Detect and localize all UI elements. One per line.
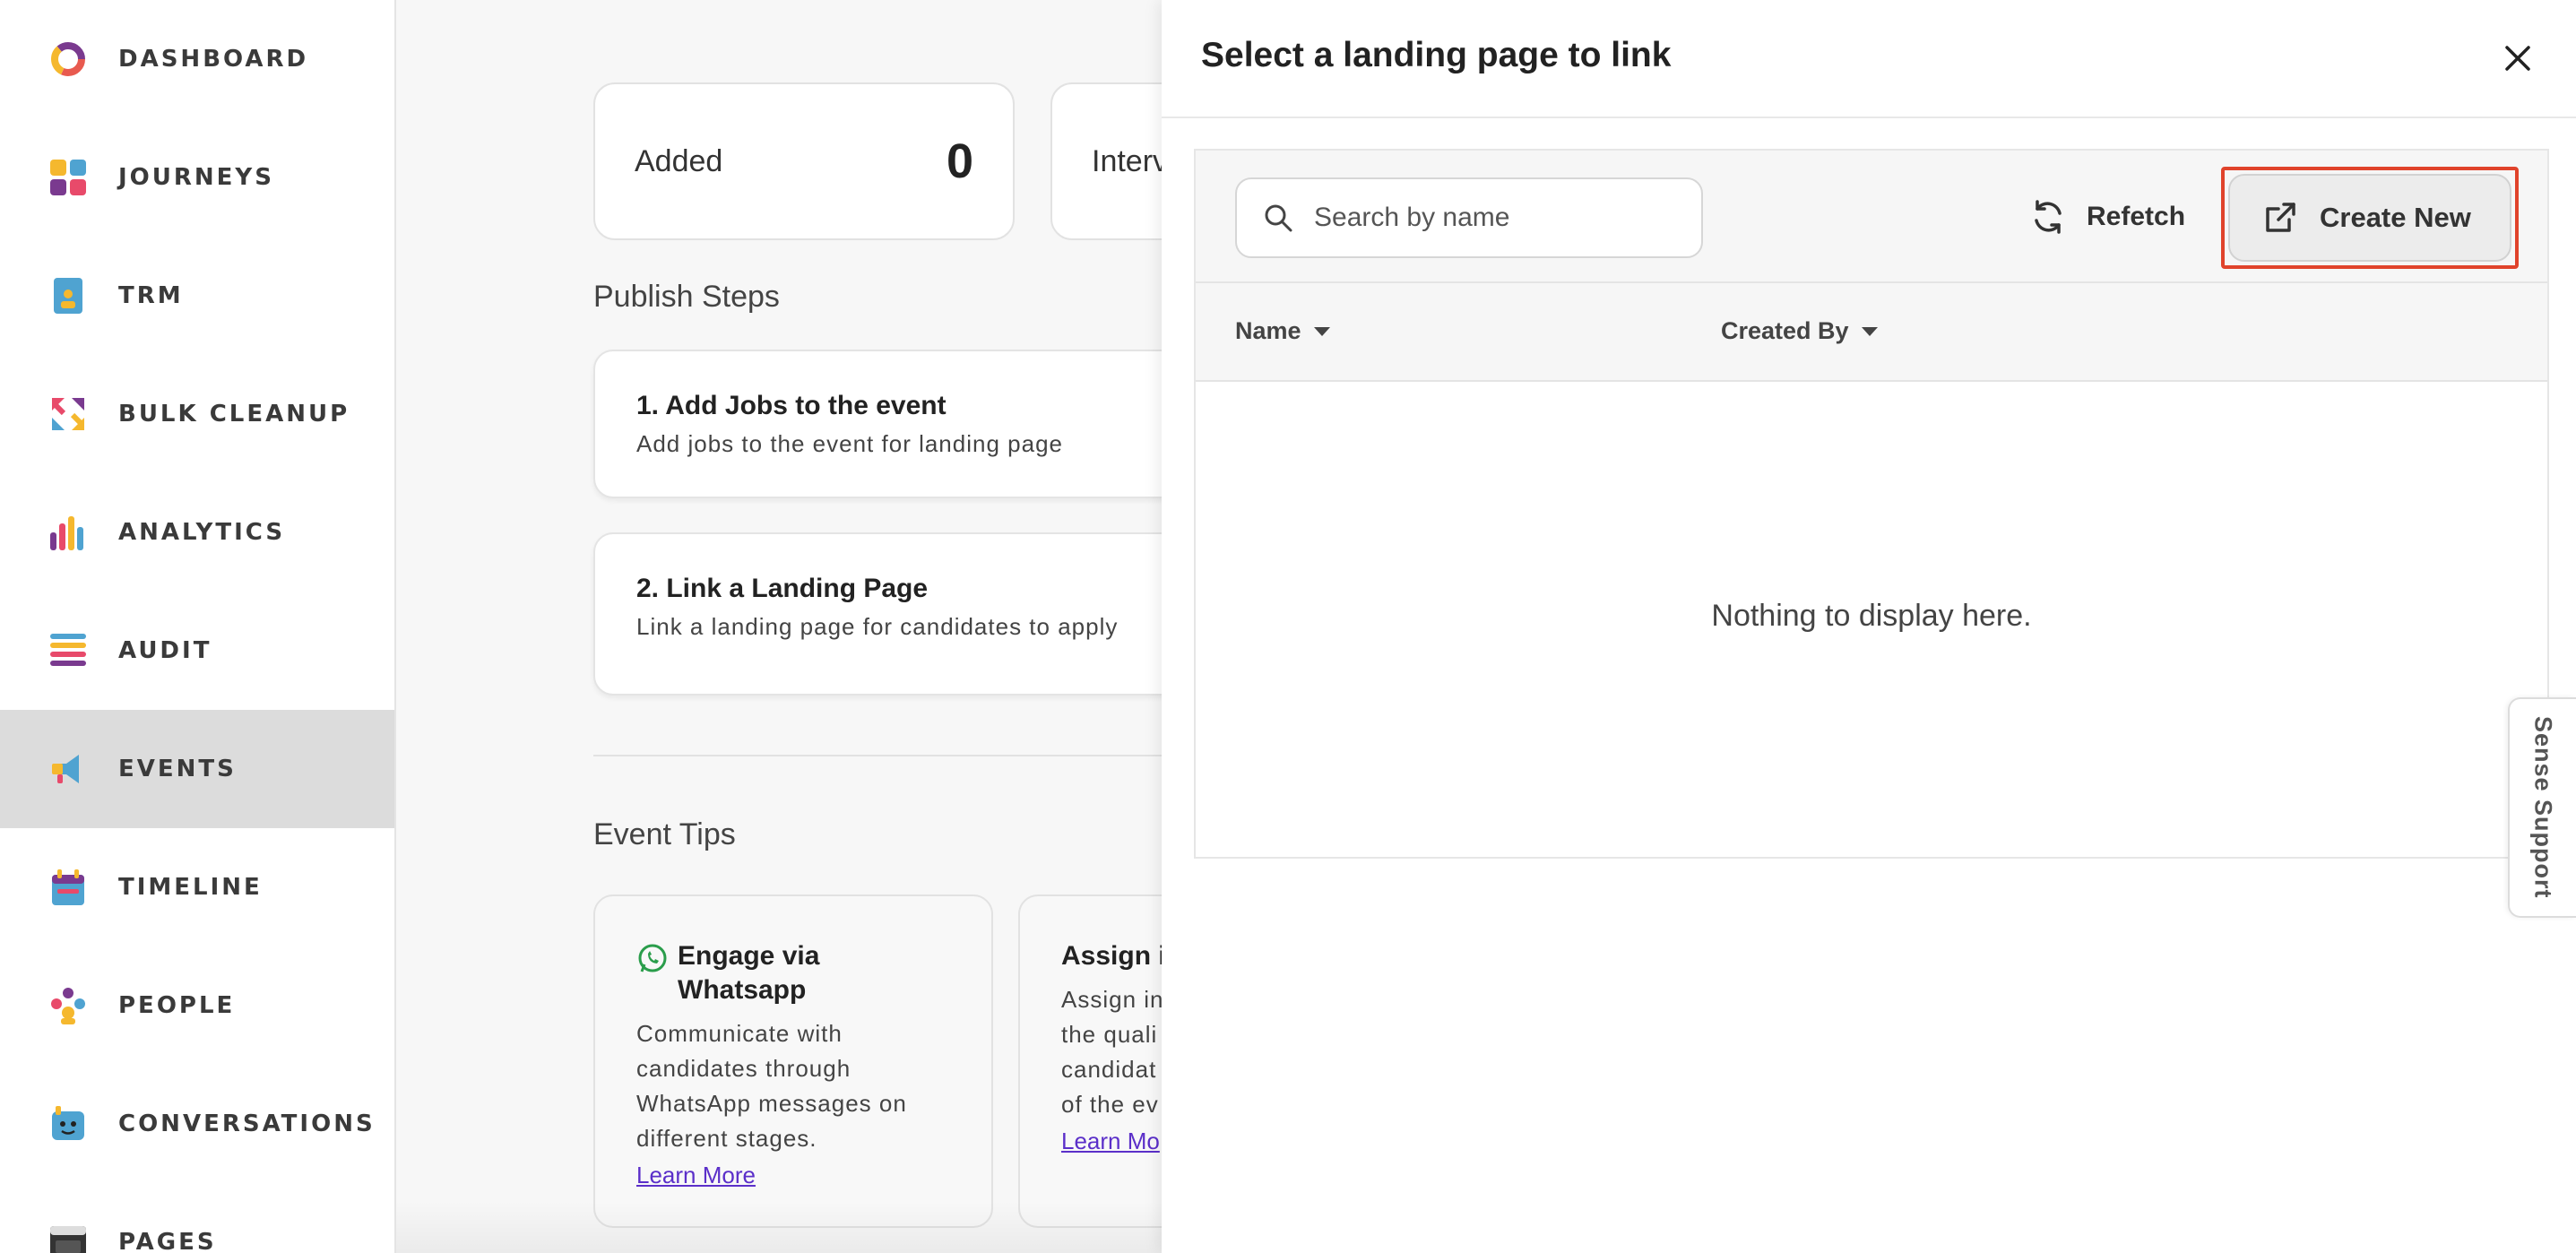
publish-steps-title: Publish Steps	[593, 280, 780, 314]
sidebar-item-journeys[interactable]: JOURNEYS	[0, 118, 394, 237]
tip-desc: Communicate with candidates through What…	[636, 1016, 950, 1156]
stat-card-added: Added 0	[593, 82, 1015, 240]
column-header-name[interactable]: Name	[1235, 317, 1330, 345]
step-title: 2. Link a Landing Page	[636, 574, 929, 603]
step-desc: Add jobs to the event for landing page	[636, 430, 1063, 457]
step-card-add-jobs[interactable]: 1. Add Jobs to the event Add jobs to the…	[593, 350, 1221, 498]
close-button[interactable]	[2495, 36, 2540, 81]
audit-list-icon	[48, 631, 88, 670]
learn-more-link[interactable]: Learn Mo	[1061, 1128, 1160, 1155]
tip-desc-line: candidates through	[636, 1055, 851, 1082]
sidebar-item-label: EVENTS	[118, 756, 237, 782]
external-link-icon	[2266, 203, 2295, 232]
trm-document-icon	[48, 276, 88, 315]
drawer-header: Select a landing page to link	[1162, 0, 2576, 118]
stat-label: Added	[635, 143, 723, 178]
tip-desc-line: Communicate with	[636, 1020, 843, 1047]
search-icon	[1265, 204, 1292, 232]
event-tips-title: Event Tips	[593, 817, 736, 851]
table-toolbar: Refetch Create New	[1196, 151, 2547, 283]
sidebar-item-bulk-cleanup[interactable]: BULK CLEANUP	[0, 355, 394, 473]
sidebar-item-label: AUDIT	[118, 637, 212, 664]
sidebar-item-audit[interactable]: AUDIT	[0, 592, 394, 710]
column-header-label: Created By	[1721, 317, 1849, 344]
analytics-bars-icon	[48, 513, 88, 552]
section-divider	[593, 755, 1221, 756]
whatsapp-icon	[636, 943, 669, 980]
timeline-calendar-icon	[48, 868, 88, 907]
landing-page-drawer: Select a landing page to link Refetch Cr…	[1162, 0, 2576, 1253]
tip-desc-line: different stages.	[636, 1125, 817, 1152]
create-new-label: Create New	[2320, 202, 2471, 233]
empty-state-message: Nothing to display here.	[1711, 599, 2032, 633]
landing-page-table-panel: Refetch Create New Name Created By Nothi…	[1194, 149, 2549, 859]
sidebar-item-conversations[interactable]: CONVERSATIONS	[0, 1065, 394, 1183]
sidebar-item-timeline[interactable]: TIMELINE	[0, 828, 394, 946]
sidebar-item-label: PAGES	[118, 1229, 217, 1253]
tip-card-whatsapp: Engage via Whatsapp Communicate with can…	[593, 894, 993, 1228]
close-icon	[2505, 46, 2530, 71]
sidebar-item-label: TRM	[118, 282, 184, 309]
drawer-title: Select a landing page to link	[1201, 36, 1672, 74]
tip-desc-line: WhatsApp messages on	[636, 1090, 907, 1117]
pages-browser-icon	[48, 1223, 88, 1253]
sidebar-item-events[interactable]: EVENTS	[0, 710, 394, 828]
search-box[interactable]	[1235, 177, 1703, 258]
step-card-link-landing-page[interactable]: 2. Link a Landing Page Link a landing pa…	[593, 532, 1221, 696]
sidebar-item-label: DASHBOARD	[118, 46, 309, 73]
create-new-button[interactable]: Create New	[2228, 174, 2511, 262]
sidebar-item-label: CONVERSATIONS	[118, 1110, 376, 1137]
sidebar-item-dashboard[interactable]: DASHBOARD	[0, 0, 394, 118]
bulk-cleanup-arrows-icon	[48, 394, 88, 434]
conversations-bot-icon	[48, 1104, 88, 1144]
step-title: 1. Add Jobs to the event	[636, 391, 947, 420]
people-group-icon	[48, 986, 88, 1025]
sidebar-item-label: BULK CLEANUP	[118, 401, 350, 428]
sense-support-tab[interactable]: Sense Support	[2508, 697, 2576, 918]
refresh-icon	[2035, 200, 2062, 234]
column-header-label: Name	[1235, 317, 1301, 344]
sidebar-item-pages[interactable]: PAGES	[0, 1183, 394, 1253]
tip-title: Engage via	[678, 941, 820, 971]
sidebar-item-people[interactable]: PEOPLE	[0, 946, 394, 1065]
sidebar: DASHBOARD JOURNEYS TRM BULK CLEANUP ANAL…	[0, 0, 396, 1253]
sidebar-item-analytics[interactable]: ANALYTICS	[0, 473, 394, 592]
table-header: Name Created By	[1196, 283, 2547, 382]
sidebar-item-label: JOURNEYS	[118, 164, 274, 191]
learn-more-link[interactable]: Learn More	[636, 1162, 756, 1189]
events-megaphone-icon	[48, 749, 88, 789]
sidebar-item-label: TIMELINE	[118, 874, 263, 901]
stat-value: 0	[946, 134, 973, 188]
refetch-label: Refetch	[2087, 202, 2186, 231]
step-desc: Link a landing page for candidates to ap…	[636, 613, 1119, 640]
column-header-created-by[interactable]: Created By	[1721, 317, 1878, 345]
stat-label: Interv	[1092, 143, 1169, 178]
sidebar-item-label: ANALYTICS	[118, 519, 286, 546]
sidebar-item-trm[interactable]: TRM	[0, 237, 394, 355]
dashboard-ring-icon	[48, 39, 88, 79]
journeys-grid-icon	[48, 158, 88, 197]
sidebar-item-label: PEOPLE	[118, 992, 236, 1019]
tip-title: Whatsapp	[678, 975, 807, 1005]
sense-support-label: Sense Support	[2529, 716, 2557, 899]
caret-down-icon	[1313, 326, 1330, 336]
caret-down-icon	[1861, 326, 1878, 336]
refetch-button[interactable]: Refetch	[2029, 185, 2185, 249]
search-input[interactable]	[1314, 203, 1690, 233]
